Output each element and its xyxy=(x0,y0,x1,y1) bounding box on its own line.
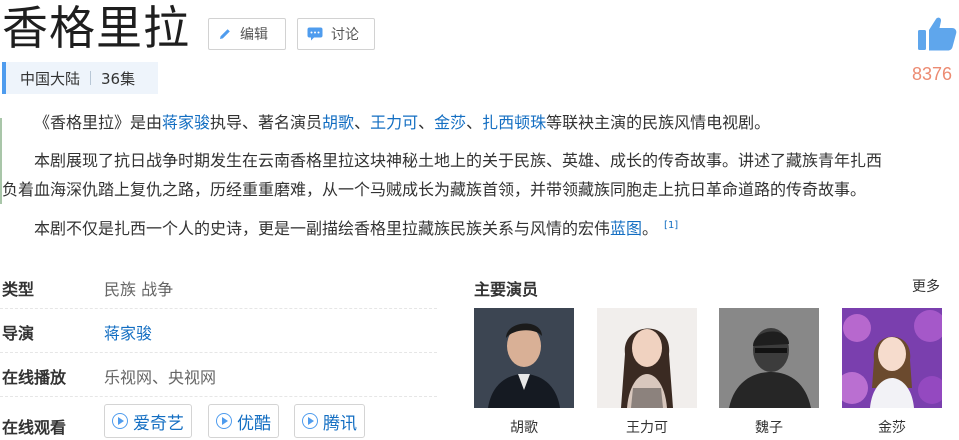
actor-link-hu-ge[interactable]: 胡歌 xyxy=(322,113,354,132)
summary-text: 。 xyxy=(642,219,659,238)
summary-paragraph-2-line-2: 负着血海深仇踏上复仇之路，历经重重磨难，从一个马贼成长为藏族首领，并带领藏族同胞… xyxy=(2,180,867,199)
cast-name-1[interactable]: 胡歌 xyxy=(474,417,574,437)
platform-label: 爱奇艺 xyxy=(133,413,184,434)
genre-value: 民族 战争 xyxy=(104,280,174,299)
play-icon xyxy=(216,413,232,429)
info-row-director: 导演 蒋家骏 xyxy=(0,308,437,353)
watch-label: 在线观看 xyxy=(2,418,67,437)
cast-name-2[interactable]: 王力可 xyxy=(597,417,697,437)
pencil-icon xyxy=(220,29,230,39)
cast-section-title: 主要演员 xyxy=(474,280,539,299)
platform-button-tencent[interactable]: 腾讯 xyxy=(294,404,365,438)
edit-button-label: 编辑 xyxy=(240,27,268,43)
discuss-button[interactable]: 讨论 xyxy=(297,18,375,50)
actor-portrait xyxy=(719,308,819,408)
online-play-value: 乐视网、央视网 xyxy=(104,368,217,387)
summary-text: 执导、著名演员 xyxy=(210,113,323,132)
summary-separator: 、 xyxy=(418,113,435,132)
cast-name-3[interactable]: 魏子 xyxy=(719,417,819,437)
info-row-online-play: 在线播放 乐视网、央视网 xyxy=(0,352,437,397)
online-play-label: 在线播放 xyxy=(2,368,67,387)
cast-photo-1[interactable] xyxy=(474,308,574,408)
actor-link-zhaxi-dunzhu[interactable]: 扎西顿珠 xyxy=(482,113,546,132)
info-row-genre: 类型 民族 战争 xyxy=(0,264,437,309)
summary-text: 等联袂主演的民族风情电视剧。 xyxy=(546,113,771,132)
cast-photo-4[interactable] xyxy=(842,308,942,408)
info-row-watch: 在线观看 爱奇艺 优酷 腾讯 xyxy=(0,404,437,440)
play-icon xyxy=(302,413,318,429)
cast-more-link[interactable]: 更多 xyxy=(912,276,940,296)
actor-portrait xyxy=(597,308,697,408)
play-icon xyxy=(112,413,128,429)
summary-paragraph-3: 本剧不仅是扎西一个人的史诗，更是一副描绘香格里拉藏族民族关系与风情的宏伟蓝图。 [… xyxy=(34,216,678,239)
region-text: 中国大陆 xyxy=(20,69,81,88)
summary-paragraph-2-line-1: 本剧展现了抗日战争时期发生在云南香格里拉这块神秘土地上的关于民族、英雄、成长的传… xyxy=(34,151,883,170)
citation-link[interactable]: [1] xyxy=(664,220,678,231)
cast-photo-3[interactable] xyxy=(719,308,819,408)
platform-label: 腾讯 xyxy=(323,413,357,434)
meta-divider xyxy=(90,71,92,85)
cast-name-4[interactable]: 金莎 xyxy=(842,417,942,437)
summary-separator: 、 xyxy=(354,113,371,132)
actor-link-jin-sha[interactable]: 金莎 xyxy=(434,113,466,132)
platform-label: 优酷 xyxy=(237,413,271,434)
like-count: 8376 xyxy=(912,64,953,84)
actor-link-wang-like[interactable]: 王力可 xyxy=(370,113,418,132)
summary-text: 本剧不仅是扎西一个人的史诗，更是一副描绘香格里拉藏族民族关系与风情的宏伟 xyxy=(34,219,611,238)
edit-button[interactable]: 编辑 xyxy=(208,18,286,50)
summary-text: 《香格里拉》是由 xyxy=(34,113,163,132)
director-link[interactable]: 蒋家骏 xyxy=(162,113,210,132)
chat-bubble-icon xyxy=(307,27,323,41)
actor-portrait xyxy=(474,308,574,408)
discuss-button-label: 讨论 xyxy=(331,27,359,43)
genre-label: 类型 xyxy=(2,280,35,299)
director-label: 导演 xyxy=(2,324,35,343)
platform-button-youku[interactable]: 优酷 xyxy=(208,404,279,438)
summary-paragraph-1: 《香格里拉》是由蒋家骏执导、著名演员胡歌、王力可、金莎、扎西顿珠等联袂主演的民族… xyxy=(34,113,770,133)
blueprint-link[interactable]: 蓝图 xyxy=(610,219,642,238)
summary-separator: 、 xyxy=(466,113,483,132)
thumbs-up-icon[interactable] xyxy=(918,16,958,52)
director-value-link[interactable]: 蒋家骏 xyxy=(104,320,152,344)
episodes-text: 36集 xyxy=(101,69,136,88)
cast-photo-2[interactable] xyxy=(597,308,697,408)
platform-button-iqiyi[interactable]: 爱奇艺 xyxy=(104,404,192,438)
meta-badge: 中国大陆 36集 xyxy=(2,62,158,94)
actor-portrait xyxy=(842,308,942,408)
page-title: 香格里拉 xyxy=(2,1,190,55)
